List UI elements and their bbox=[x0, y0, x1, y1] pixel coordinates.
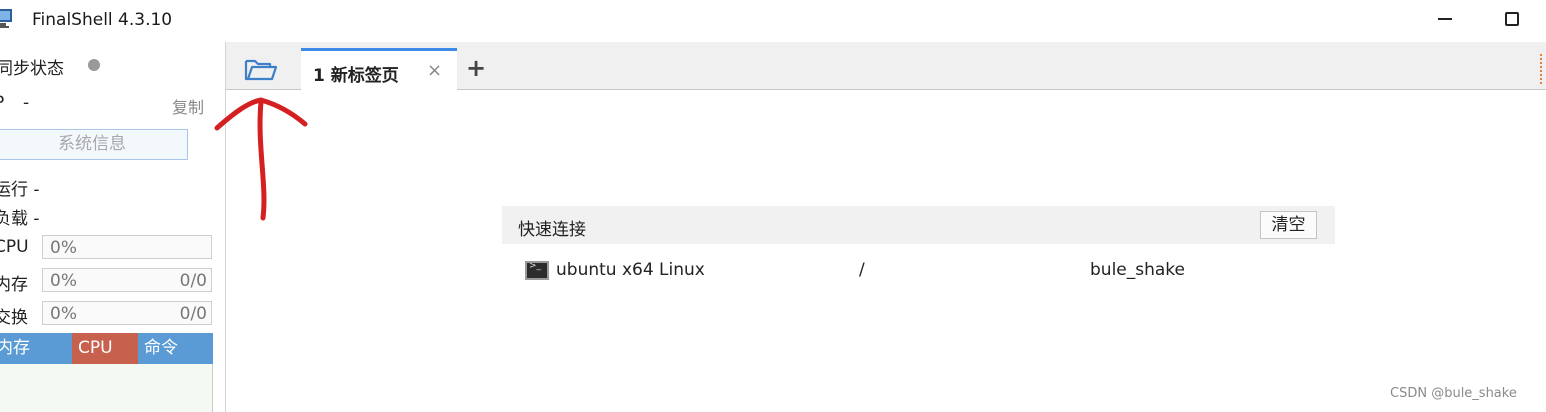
folder-open-icon[interactable] bbox=[244, 57, 278, 83]
cpu-meter: 0% bbox=[42, 235, 212, 259]
memory-meter: 0% 0/0 bbox=[42, 268, 212, 292]
connection-name: ubuntu x64 Linux bbox=[556, 260, 705, 280]
cpu-meter-label: CPU bbox=[0, 237, 29, 257]
ip-label: P bbox=[0, 93, 4, 113]
annotation-arrow-icon bbox=[214, 97, 308, 221]
process-header-memory[interactable]: 内存 bbox=[0, 333, 72, 364]
quick-connect-title: 快速连接 bbox=[518, 220, 586, 240]
close-icon[interactable]: × bbox=[427, 60, 442, 81]
main-content bbox=[226, 91, 1546, 412]
title-bar: FinalShell 4.3.10 bbox=[0, 0, 1546, 42]
load-label: 负载 - bbox=[0, 209, 40, 229]
minimize-icon[interactable] bbox=[1438, 18, 1452, 20]
sync-status-label: 同步状态 bbox=[0, 59, 64, 79]
window-title: FinalShell 4.3.10 bbox=[32, 10, 173, 30]
swap-ratio: 0/0 bbox=[179, 304, 207, 324]
add-tab-button[interactable]: + bbox=[466, 56, 486, 80]
tab-label: 1 新标签页 bbox=[313, 66, 399, 86]
memory-percent: 0% bbox=[50, 271, 77, 291]
tab-overflow-indicator[interactable] bbox=[1540, 54, 1546, 84]
process-header-command[interactable]: 命令 bbox=[144, 333, 212, 364]
sync-status-indicator bbox=[88, 59, 100, 71]
running-label: 运行 - bbox=[0, 180, 40, 200]
quick-connect-header: 快速连接 清空 bbox=[502, 206, 1335, 244]
memory-meter-label: 内存 bbox=[0, 275, 28, 295]
system-info-button[interactable]: 系统信息 bbox=[0, 129, 188, 160]
connection-user: bule_shake bbox=[1090, 260, 1185, 280]
connection-path: / bbox=[859, 260, 865, 280]
tab-bar: 1 新标签页 × + bbox=[226, 42, 1546, 91]
swap-percent: 0% bbox=[50, 304, 77, 324]
terminal-icon: >_ bbox=[525, 261, 549, 280]
app-logo-icon bbox=[0, 9, 12, 28]
left-panel: 同步状态 P - 复制 系统信息 运行 - 负载 - CPU 0% 内存 0% … bbox=[0, 42, 226, 412]
clear-button[interactable]: 清空 bbox=[1260, 211, 1317, 239]
swap-meter-label: 交换 bbox=[0, 308, 28, 328]
cpu-percent: 0% bbox=[50, 238, 77, 258]
process-header-cpu[interactable]: CPU bbox=[72, 333, 138, 364]
tab-new-tab[interactable]: 1 新标签页 × bbox=[301, 48, 457, 91]
ip-value: - bbox=[23, 93, 30, 113]
quick-connect-row[interactable]: >_ ubuntu x64 Linux / bule_shake bbox=[502, 254, 1335, 288]
swap-meter: 0% 0/0 bbox=[42, 301, 212, 325]
watermark: CSDN @bule_shake bbox=[1390, 386, 1517, 401]
process-table-header: 内存 CPU 命令 bbox=[0, 333, 213, 364]
maximize-icon[interactable] bbox=[1505, 12, 1519, 26]
process-table-body bbox=[0, 364, 213, 412]
copy-ip-link[interactable]: 复制 bbox=[172, 94, 204, 118]
memory-ratio: 0/0 bbox=[179, 271, 207, 291]
